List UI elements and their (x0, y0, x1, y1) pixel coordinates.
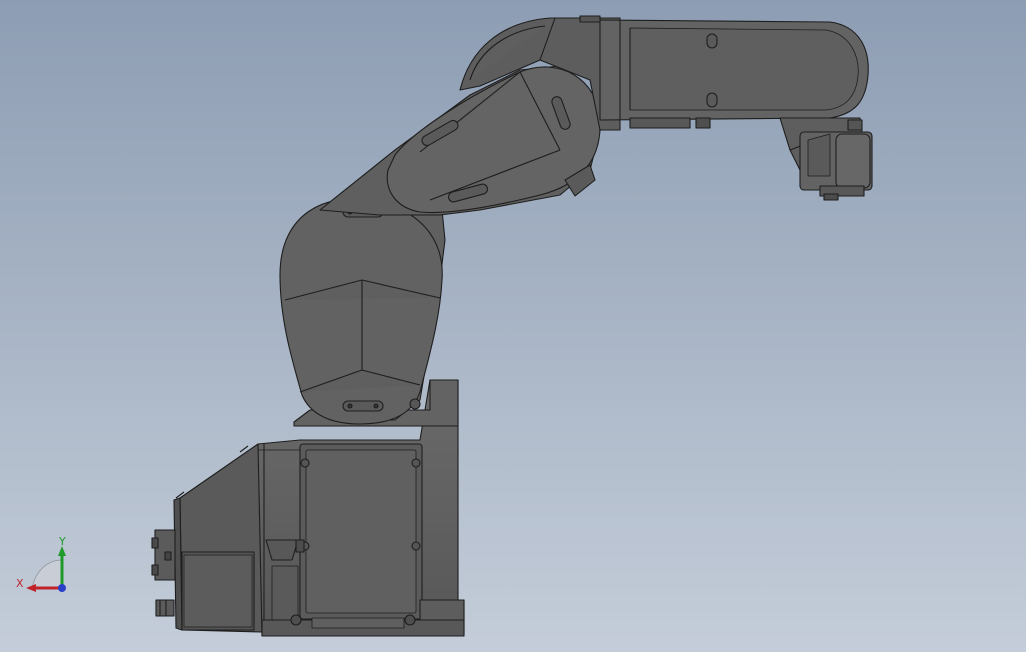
cad-viewport[interactable]: Y X (0, 0, 1026, 652)
y-axis-label: Y (58, 535, 66, 548)
axis-triad: Y X (16, 535, 66, 592)
robot-arm-model[interactable]: Y X (0, 0, 1026, 652)
wrist-flange[interactable] (779, 117, 873, 201)
robot-base[interactable] (151, 379, 465, 637)
x-axis-label: X (16, 577, 24, 590)
